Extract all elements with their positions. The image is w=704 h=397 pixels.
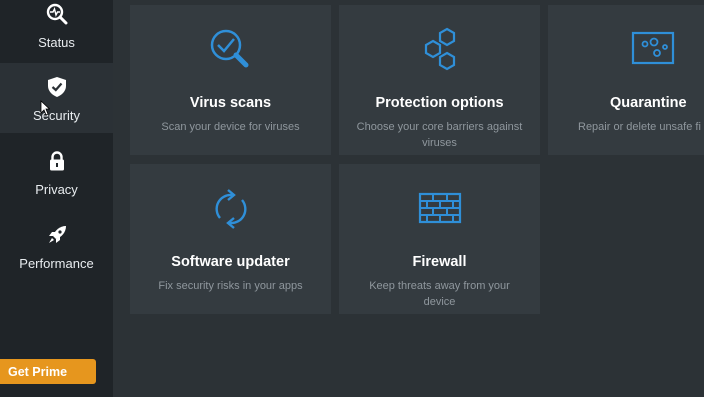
tile-title: Software updater [171, 254, 290, 270]
sidebar-item-performance[interactable]: Performance [0, 211, 113, 281]
tile-description: Fix security risks in your apps [158, 280, 303, 292]
magnifier-check-icon [210, 29, 248, 68]
sidebar-item-label: Privacy [35, 182, 78, 197]
brick-wall-icon [418, 192, 461, 224]
rocket-icon [48, 226, 66, 243]
tile-description: Scan your device for viruses [161, 121, 300, 133]
status-search-icon [46, 3, 67, 25]
sidebar: Status Security Privacy Performance Get … [0, 0, 113, 397]
sidebar-item-label: Status [38, 35, 75, 50]
tile-description: Repair or delete unsafe fi [578, 121, 701, 133]
tile-title: Firewall [412, 254, 467, 270]
main-panel: Virus scans Scan your device for viruses… [113, 0, 704, 397]
mouse-cursor-icon [40, 100, 50, 116]
tile-protection-options[interactable]: Protection options Choose your core barr… [339, 5, 540, 155]
sidebar-item-status[interactable]: Status [0, 0, 113, 60]
quarantine-box-icon [631, 31, 675, 65]
sidebar-item-security[interactable]: Security [0, 63, 113, 133]
get-prime-button[interactable]: Get Prime [0, 359, 96, 384]
sidebar-item-privacy[interactable]: Privacy [0, 137, 113, 207]
tile-description: Choose your core barriers against viruse… [356, 121, 523, 149]
tile-software-updater[interactable]: Software updater Fix security risks in y… [130, 164, 331, 314]
tile-title: Quarantine [610, 95, 687, 111]
tile-title: Protection options [375, 95, 504, 111]
lock-icon [49, 151, 64, 171]
hexagons-icon [424, 27, 455, 71]
sidebar-item-label: Performance [19, 256, 94, 271]
refresh-arrows-icon [214, 189, 247, 229]
tile-quarantine[interactable]: Quarantine Repair or delete unsafe fi [548, 5, 704, 155]
tile-description: Keep threats away from your device [369, 280, 510, 308]
tile-firewall[interactable]: Firewall Keep threats away from your dev… [339, 164, 540, 314]
shield-check-icon [47, 77, 66, 97]
tile-virus-scans[interactable]: Virus scans Scan your device for viruses [130, 5, 331, 155]
tile-title: Virus scans [189, 95, 272, 111]
